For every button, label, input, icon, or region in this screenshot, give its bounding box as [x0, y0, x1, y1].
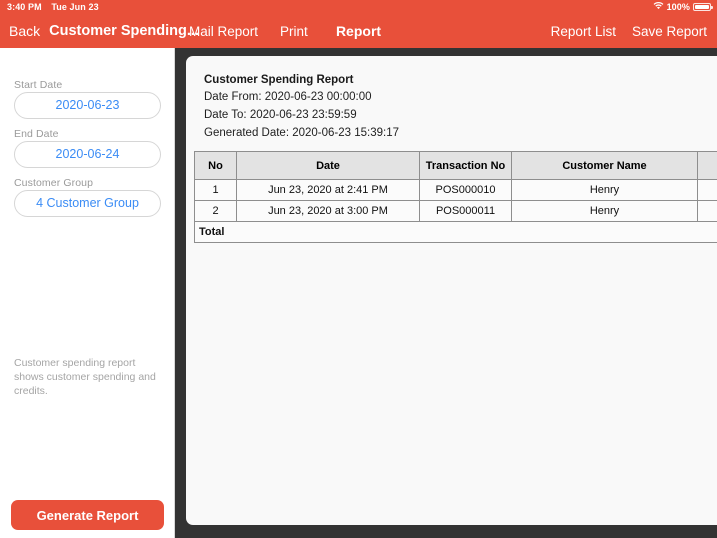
report-table-body: 1 Jun 23, 2020 at 2:41 PM POS000010 Henr…: [194, 179, 717, 243]
cell-date: Jun 23, 2020 at 3:00 PM: [236, 200, 420, 222]
cell-extra: [697, 179, 717, 201]
nav-actions-left: Mail Report Print: [189, 14, 308, 48]
report-date-to: Date To: 2020-06-23 23:59:59: [204, 109, 357, 121]
report-date-from: Date From: 2020-06-23 00:00:00: [204, 91, 372, 103]
page-title: Customer Spending...: [49, 23, 199, 39]
table-row[interactable]: 2 Jun 23, 2020 at 3:00 PM POS000011 Henr…: [194, 200, 717, 222]
start-date-input[interactable]: 2020-06-23: [14, 92, 161, 119]
report-table-head: No Date Transaction No Customer Name: [194, 151, 717, 180]
column-header-no: No: [194, 151, 237, 180]
nav-bar-left: Back Customer Spending...: [9, 14, 199, 48]
nav-bar: Report Back Customer Spending... Mail Re…: [0, 14, 717, 48]
end-date-label: End Date: [14, 128, 59, 140]
column-header-customer: Customer Name: [511, 151, 698, 180]
report-list-button[interactable]: Report List: [551, 24, 616, 39]
nav-actions-right: Report List Save Report: [551, 14, 707, 48]
cell-transaction: POS000010: [419, 179, 512, 201]
status-time: 3:40 PM: [7, 2, 42, 12]
battery-full-icon: [693, 3, 713, 11]
cell-date: Jun 23, 2020 at 2:41 PM: [236, 179, 420, 201]
table-row[interactable]: 1 Jun 23, 2020 at 2:41 PM POS000010 Henr…: [194, 179, 717, 201]
cell-transaction: POS000011: [419, 200, 512, 222]
status-bar-right: 100%: [653, 0, 713, 14]
generate-report-button[interactable]: Generate Report: [11, 500, 164, 530]
column-header-transaction: Transaction No: [419, 151, 512, 180]
end-date-input[interactable]: 2020-06-24: [14, 141, 161, 168]
cell-no: 2: [194, 200, 237, 222]
table-total-row: Total: [194, 221, 717, 243]
report-title: Customer Spending Report: [204, 74, 354, 86]
status-date: Tue Jun 23: [51, 2, 99, 12]
report-table: No Date Transaction No Customer Name 1 J…: [194, 151, 717, 243]
customer-group-label: Customer Group: [14, 177, 94, 189]
table-header-row: No Date Transaction No Customer Name: [194, 151, 717, 180]
save-report-button[interactable]: Save Report: [632, 24, 707, 39]
status-bar-left: 3:40 PM Tue Jun 23: [7, 0, 99, 14]
cell-customer: Henry: [511, 200, 698, 222]
cell-no: 1: [194, 179, 237, 201]
report-generated-date: Generated Date: 2020-06-23 15:39:17: [204, 127, 400, 139]
app-root: 3:40 PM Tue Jun 23 100% Report Back Cust…: [0, 0, 717, 538]
wifi-icon: [653, 0, 664, 14]
cell-customer: Henry: [511, 179, 698, 201]
print-button[interactable]: Print: [280, 24, 308, 39]
report-table-scroll[interactable]: No Date Transaction No Customer Name 1 J…: [194, 151, 717, 243]
battery-percent-label: 100%: [666, 2, 690, 12]
mail-report-button[interactable]: Mail Report: [189, 24, 258, 39]
start-date-label: Start Date: [14, 79, 63, 91]
status-bar: 3:40 PM Tue Jun 23 100%: [0, 0, 717, 14]
sidebar: Start Date 2020-06-23 End Date 2020-06-2…: [0, 48, 175, 538]
customer-group-input[interactable]: 4 Customer Group: [14, 190, 161, 217]
total-label: Total: [194, 221, 717, 243]
report-viewer: Customer Spending Report Date From: 2020…: [175, 48, 717, 538]
column-header-date: Date: [236, 151, 420, 180]
back-button[interactable]: Back: [9, 23, 40, 39]
column-header-extra: [697, 151, 717, 180]
report-paper: Customer Spending Report Date From: 2020…: [186, 56, 717, 525]
cell-extra: [697, 200, 717, 222]
report-description: Customer spending report shows customer …: [14, 357, 156, 397]
